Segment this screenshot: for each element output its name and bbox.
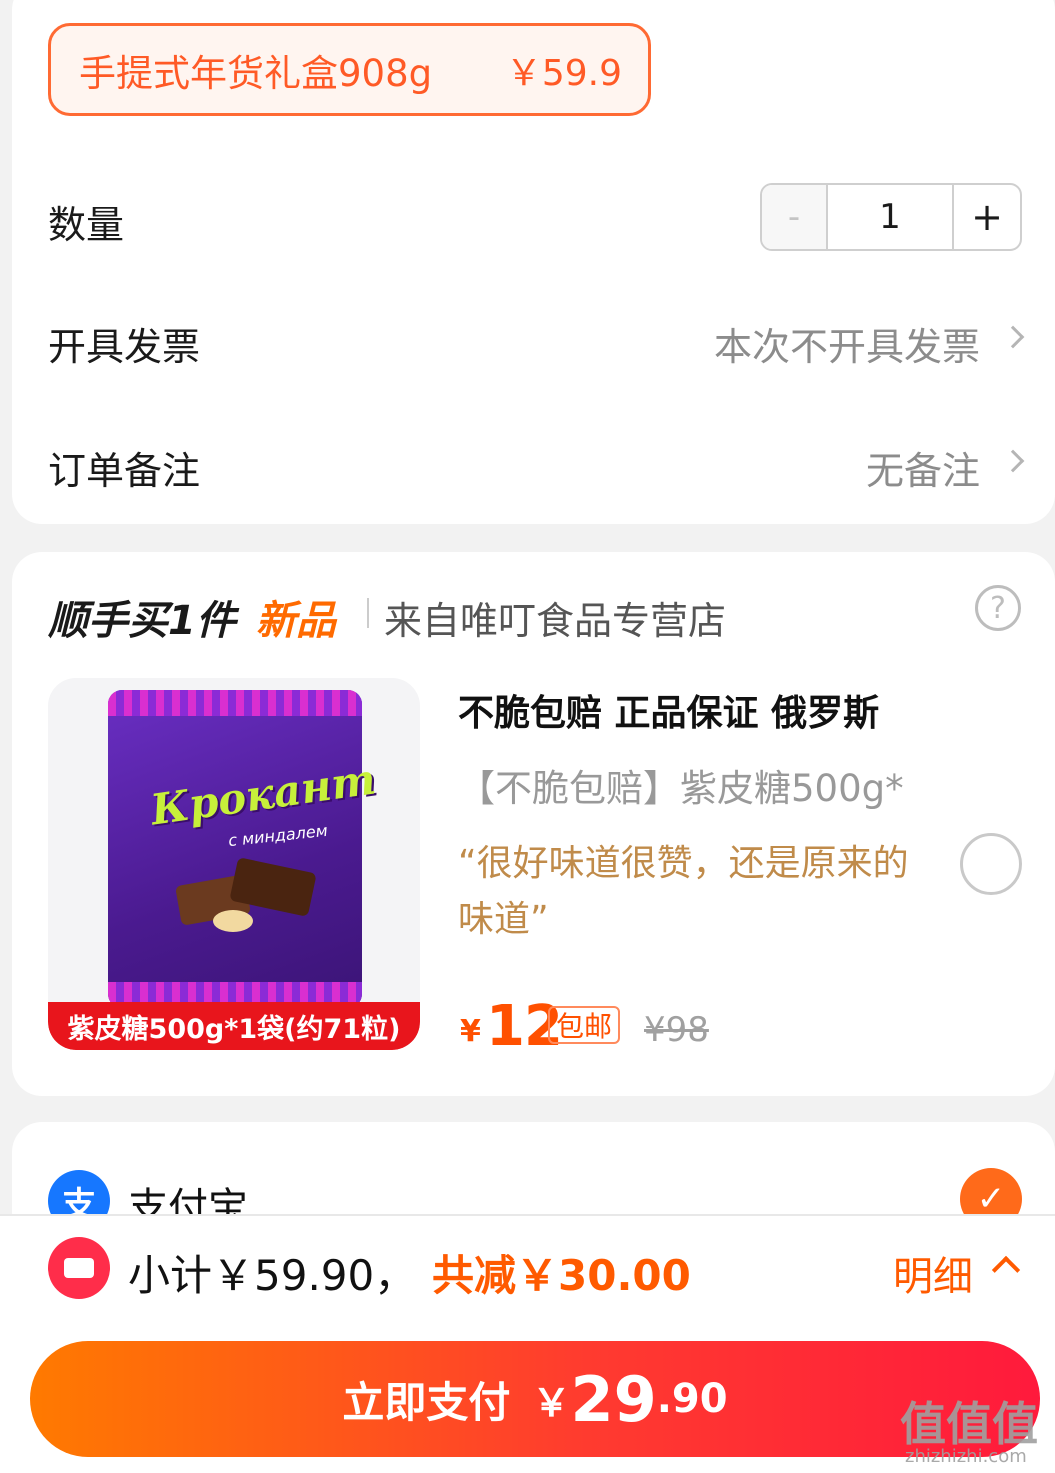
bag-top-edge: [108, 690, 362, 716]
almond-piece: [213, 910, 253, 932]
product-review: “很好味道很赞，还是原来的味道”: [458, 843, 909, 940]
brand-sub: с миндалем: [227, 820, 329, 851]
original-price: ¥98: [644, 1010, 709, 1050]
price-currency: ¥: [460, 1014, 481, 1049]
pay-button-amount: 29: [570, 1362, 657, 1436]
image-label-banner: 紫皮糖500g*1袋(约71粒): [48, 1002, 420, 1050]
watermark-url: zhizhizhi.com: [905, 1446, 1027, 1467]
invoice-value[interactable]: 本次不开具发票: [714, 316, 980, 371]
candy-bag-image: Крокант с миндалем: [108, 690, 379, 1008]
quantity-value[interactable]: 1: [828, 185, 954, 249]
addon-title: 顺手买1件: [48, 598, 236, 644]
remark-label: 订单备注: [48, 449, 201, 493]
pay-now-button[interactable]: 立即支付 ￥ 29 .90: [30, 1341, 1040, 1457]
pay-button-label: 立即支付: [342, 1377, 511, 1427]
brand-logo: Крокант: [147, 754, 379, 835]
discount-text: 共减￥30.00: [432, 1251, 691, 1300]
product-subtitle: 【不脆包赔】紫皮糖500g*: [458, 767, 904, 810]
detail-toggle[interactable]: 明细: [893, 1244, 973, 1302]
decrement-button[interactable]: -: [762, 185, 828, 249]
divider: [367, 598, 369, 628]
remark-value[interactable]: 无备注: [866, 440, 980, 495]
quantity-stepper[interactable]: - 1 +: [760, 183, 1022, 251]
spec-price: ￥59.9: [505, 52, 622, 94]
pay-button-amount-decimal: .90: [656, 1376, 728, 1422]
product-title[interactable]: 不脆包赔 正品保证 俄罗斯: [458, 684, 879, 736]
help-icon[interactable]: ?: [975, 585, 1021, 631]
ticket-shape: [64, 1258, 94, 1278]
addon-select-radio[interactable]: [960, 833, 1022, 895]
spec-name: 手提式年货礼盒908g: [79, 51, 433, 95]
pay-button-currency: ￥: [532, 1380, 571, 1425]
watermark-logo: 值值值: [900, 1397, 1038, 1451]
increment-button[interactable]: +: [954, 185, 1020, 249]
quantity-label: 数量: [48, 203, 125, 247]
spec-option-chip[interactable]: 手提式年货礼盒908g ￥59.9: [48, 23, 651, 116]
addon-store: 来自唯叮食品专营店: [384, 599, 727, 643]
addon-new-tag: 新品: [256, 598, 336, 644]
product-image[interactable]: Крокант с миндалем 紫皮糖500g*1袋(约71粒): [48, 678, 420, 1050]
invoice-label: 开具发票: [48, 325, 201, 369]
subtotal-text: 小计￥59.90，: [128, 1251, 417, 1300]
free-shipping-badge: 包邮: [548, 1006, 621, 1044]
coupon-icon: [48, 1237, 110, 1299]
